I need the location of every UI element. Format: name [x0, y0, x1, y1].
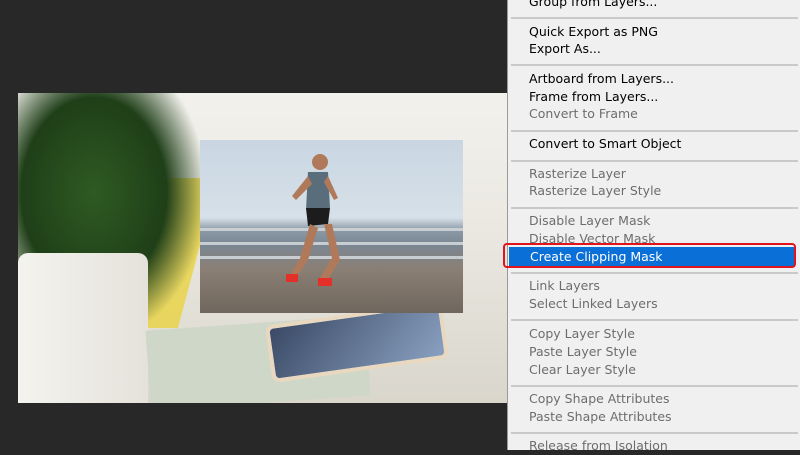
- menu-separator: [511, 160, 798, 162]
- menu-separator: [511, 319, 798, 321]
- runner-photo-layer[interactable]: [200, 140, 463, 313]
- menu-item-clear-layer-style: Clear Layer Style: [529, 362, 636, 377]
- document-canvas[interactable]: [18, 93, 507, 403]
- menu-separator: [511, 130, 798, 132]
- menu-separator: [511, 207, 798, 209]
- menu-item-group-from-layers[interactable]: Group from Layers...: [508, 0, 800, 11]
- runner-figure: [286, 154, 340, 286]
- menu-item-copy-layer-style: Copy Layer Style: [529, 326, 635, 341]
- menu-item-rasterize-layer-style: Rasterize Layer Style: [529, 183, 662, 198]
- layer-context-menu: Group from Layers... Quick Export as PNG E…: [507, 0, 800, 453]
- smartphone-image: [264, 300, 450, 384]
- menu-item-convert-to-smart-object[interactable]: Convert to Smart Object: [508, 135, 800, 153]
- highlight-callout-box: [503, 243, 796, 268]
- plant-pot: [18, 253, 148, 403]
- menu-separator: [511, 272, 798, 274]
- menu-item-convert-to-frame: Convert to Frame: [529, 106, 638, 121]
- menu-item-select-linked-layers: Select Linked Layers: [529, 296, 658, 311]
- menu-item-copy-shape-attributes: Copy Shape Attributes: [529, 391, 670, 406]
- menu-item-artboard-from-layers[interactable]: Artboard from Layers...: [508, 70, 800, 88]
- menu-item-paste-shape-attributes: Paste Shape Attributes: [529, 409, 672, 424]
- menu-item-disable-layer-mask: Disable Layer Mask: [529, 213, 651, 228]
- menu-separator: [511, 385, 798, 387]
- menu-item-quick-export-as-png[interactable]: Quick Export as PNG: [508, 23, 800, 41]
- menu-separator: [511, 64, 798, 66]
- menu-item-frame-from-layers[interactable]: Frame from Layers...: [508, 88, 800, 106]
- menu-separator: [511, 432, 798, 434]
- menu-item-link-layers: Link Layers: [529, 278, 600, 293]
- menu-item-rasterize-layer: Rasterize Layer: [529, 166, 626, 181]
- menu-item-paste-layer-style: Paste Layer Style: [529, 344, 637, 359]
- menu-item-export-as[interactable]: Export As...: [508, 40, 800, 58]
- menu-item-release-from-isolation: Release from Isolation: [529, 438, 668, 453]
- menu-separator: [511, 17, 798, 19]
